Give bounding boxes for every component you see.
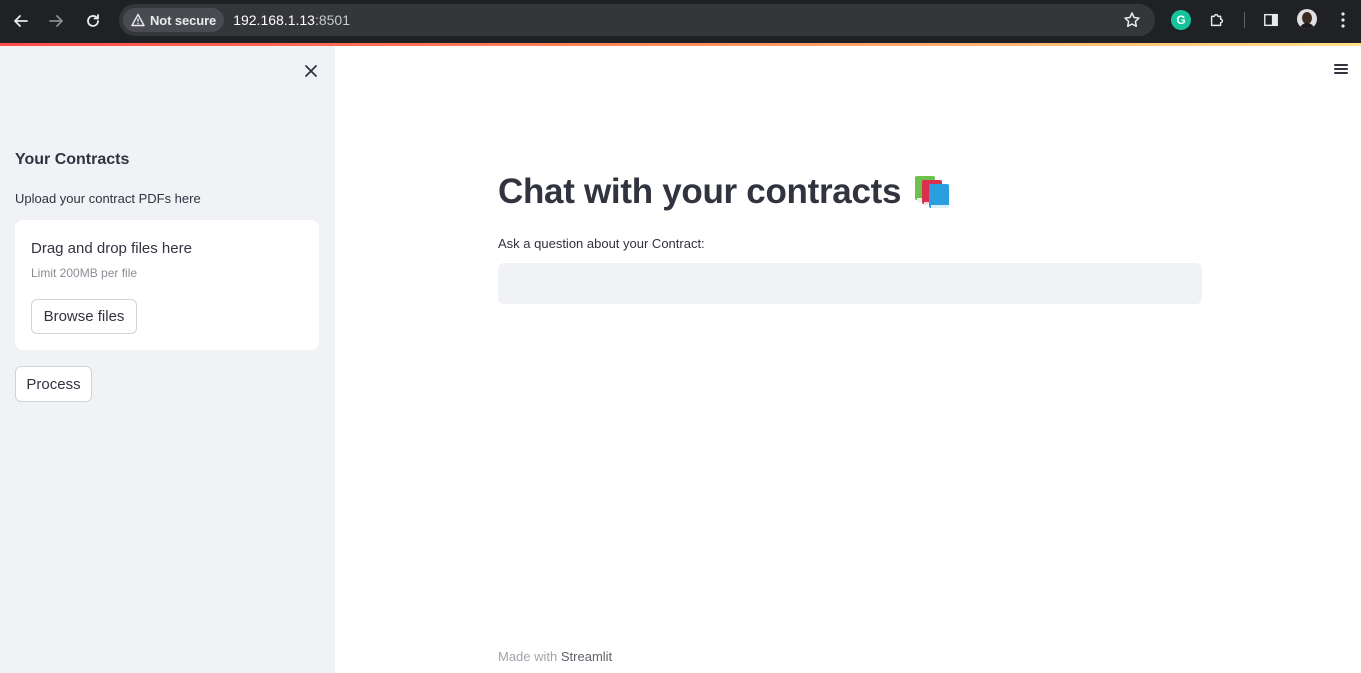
forward-button[interactable] bbox=[43, 8, 69, 34]
sidebar-subtitle: Upload your contract PDFs here bbox=[15, 191, 201, 206]
dropzone-title: Drag and drop files here bbox=[31, 240, 192, 257]
puzzle-icon bbox=[1210, 13, 1224, 27]
question-input[interactable] bbox=[498, 263, 1202, 304]
address-bar[interactable]: Not secure 192.168.1.13:8501 bbox=[119, 4, 1155, 36]
question-label: Ask a question about your Contract: bbox=[498, 236, 705, 251]
avatar-body bbox=[1299, 23, 1315, 29]
main-menu-button[interactable] bbox=[1332, 62, 1350, 78]
reload-button[interactable] bbox=[80, 8, 106, 34]
close-icon bbox=[305, 65, 317, 77]
extensions-button[interactable] bbox=[1207, 10, 1227, 30]
forward-icon bbox=[49, 15, 63, 27]
sidebar: Your Contracts Upload your contract PDFs… bbox=[0, 46, 335, 673]
avatar[interactable] bbox=[1297, 9, 1317, 29]
page-title: Chat with your contracts bbox=[498, 172, 951, 212]
grammarly-icon[interactable]: G bbox=[1171, 10, 1191, 30]
url-port: :8501 bbox=[314, 12, 350, 28]
side-panel-icon bbox=[1264, 13, 1278, 27]
hamburger-line bbox=[1334, 68, 1348, 70]
back-button[interactable] bbox=[8, 8, 34, 34]
page-title-text: Chat with your contracts bbox=[498, 172, 902, 211]
warning-icon bbox=[131, 13, 145, 27]
browse-files-button[interactable]: Browse files bbox=[31, 299, 137, 334]
kebab-menu-icon bbox=[1341, 12, 1345, 28]
back-icon bbox=[14, 15, 28, 27]
browser-toolbar: Not secure 192.168.1.13:8501 G bbox=[0, 0, 1361, 43]
security-label: Not secure bbox=[150, 12, 217, 28]
hamburger-line bbox=[1334, 72, 1348, 74]
star-icon[interactable] bbox=[1123, 11, 1141, 29]
reload-icon bbox=[87, 14, 99, 27]
side-panel-button[interactable] bbox=[1261, 10, 1281, 30]
dropzone-limit: Limit 200MB per file bbox=[31, 266, 138, 280]
security-chip[interactable]: Not secure bbox=[123, 8, 225, 32]
process-button[interactable]: Process bbox=[15, 366, 92, 402]
toolbar-divider bbox=[1244, 12, 1245, 28]
footer-prefix: Made with bbox=[498, 649, 561, 664]
books-icon bbox=[915, 176, 950, 208]
url-text[interactable]: 192.168.1.13:8501 bbox=[233, 12, 350, 28]
url-host: 192.168.1.13 bbox=[233, 12, 315, 28]
sidebar-close-button[interactable] bbox=[300, 60, 322, 82]
main-content: Chat with your contracts Ask a question … bbox=[335, 46, 1361, 673]
footer: Made with Streamlit bbox=[498, 649, 612, 664]
browser-menu-button[interactable] bbox=[1333, 10, 1353, 30]
file-dropzone[interactable]: Drag and drop files here Limit 200MB per… bbox=[15, 220, 319, 350]
hamburger-line bbox=[1334, 64, 1348, 66]
sidebar-title: Your Contracts bbox=[15, 151, 130, 168]
footer-brand-link[interactable]: Streamlit bbox=[561, 649, 612, 664]
